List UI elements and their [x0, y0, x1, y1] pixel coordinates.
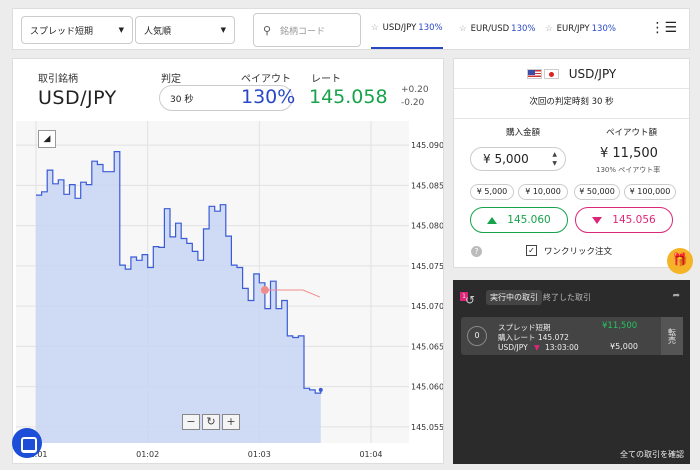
chart-panel: 取引銘柄 USD/JPY 判定 30 秒 ペイアウト 130% レート 145.…: [12, 58, 444, 464]
position-payout: ¥11,500: [602, 321, 638, 331]
tab-active-trades[interactable]: 実行中の取引: [486, 290, 542, 305]
tab-eurjpy[interactable]: ☆ EUR/JPY 130%: [545, 9, 616, 49]
y-tick-label: 145.055: [411, 423, 443, 432]
chevron-down-icon: ▼: [220, 26, 226, 34]
filter-select-sort-label: 人気順: [144, 26, 172, 37]
period-value: 30 秒: [170, 94, 194, 105]
tab-eurusd[interactable]: ☆ EUR/USD 130%: [459, 9, 535, 49]
us-flag-icon: [526, 68, 542, 79]
symbol: USD/JPY: [38, 87, 117, 109]
amount-input[interactable]: ¥ 5,000 ▲ ▼: [470, 147, 566, 171]
history-icon: ↺: [465, 293, 476, 307]
star-icon[interactable]: ☆: [371, 23, 379, 33]
oneclick-checkbox[interactable]: ✓: [526, 245, 537, 256]
payout-amount: ¥ 11,500: [600, 146, 658, 161]
gift-icon[interactable]: 🎁: [667, 248, 693, 274]
y-tick-label: 145.070: [411, 302, 443, 311]
low-rate: 145.056: [612, 214, 656, 226]
position-stake: ¥5,000: [610, 342, 638, 351]
x-tick-label: 01:04: [359, 450, 382, 459]
zoom-in-button[interactable]: +: [222, 414, 240, 430]
filter-select-spread-label: スプレッド短期: [30, 26, 94, 37]
chart-type-icon[interactable]: ◢: [38, 130, 56, 148]
high-rate: 145.060: [507, 214, 551, 226]
help-icon[interactable]: ?: [471, 246, 482, 257]
sell-button[interactable]: 転売: [661, 317, 683, 355]
next-judgement-time: 次回の判定時刻 30 秒: [454, 95, 689, 119]
amount-label: 購入金額: [506, 128, 541, 138]
period-label: 判定: [161, 74, 181, 85]
position-card: 0 スプレッド短期 購入レート 145.072 USD/JPY ▼ 13:03:…: [461, 317, 683, 355]
tab-pct: 130%: [591, 24, 616, 34]
order-panel: USD/JPY 次回の判定時刻 30 秒 購入金額 ペイアウト額 ¥ 5,000…: [453, 58, 690, 268]
y-tick-label: 145.065: [411, 342, 443, 351]
oneclick-label: ワンクリック注文: [544, 247, 613, 257]
zoom-out-button[interactable]: −: [182, 414, 200, 430]
search-icon: ⚲: [262, 23, 272, 37]
quick-amount-10000[interactable]: ¥ 10,000: [518, 184, 568, 200]
positions-panel: 1 ↺ 実行中の取引 終了した取引 ➦ 0 スプレッド短期 購入レート 145.…: [453, 280, 690, 464]
tab-pct: 130%: [511, 24, 536, 34]
tab-pair: EUR/JPY: [556, 24, 590, 34]
amount-value: ¥ 5,000: [483, 152, 529, 166]
rate-label: レート: [311, 74, 341, 85]
quick-amount-100000[interactable]: ¥ 100,000: [624, 184, 676, 200]
arrow-down-icon: ▼: [534, 343, 540, 352]
position-count: 0: [467, 326, 487, 346]
y-tick-label: 145.085: [411, 181, 443, 190]
entry-marker: [260, 286, 269, 295]
quick-amount-5000[interactable]: ¥ 5,000: [470, 184, 514, 200]
jp-flag-icon: [543, 68, 559, 79]
low-button[interactable]: 145.056: [575, 207, 673, 233]
tab-active-trades-label: 実行中の取引: [490, 293, 538, 302]
search-placeholder: 銘柄コード: [280, 26, 326, 37]
star-icon[interactable]: ☆: [545, 24, 553, 34]
y-tick-label: 145.090: [411, 141, 443, 150]
tab-usdjpy[interactable]: ☆ USD/JPY 130%: [371, 9, 443, 49]
payout-label: ペイアウト: [241, 74, 291, 85]
tab-pair: EUR/USD: [470, 24, 510, 34]
y-tick-label: 145.060: [411, 383, 443, 392]
payout-value: 130%: [241, 86, 296, 108]
star-icon[interactable]: ☆: [459, 24, 467, 34]
view-all-link[interactable]: 全ての取引を確認: [620, 449, 684, 460]
position-time: 13:03:00: [545, 343, 579, 352]
rate-value: 145.058: [309, 86, 388, 108]
top-bar: スプレッド短期 ▼ 人気順 ▼ ⚲ 銘柄コード ☆ USD/JPY 130% ☆ EU…: [12, 8, 690, 50]
chat-icon[interactable]: [12, 428, 42, 458]
order-pair: USD/JPY: [568, 66, 617, 81]
tab-closed-trades[interactable]: 終了した取引: [543, 292, 591, 303]
change-up: +0.20: [401, 85, 429, 95]
zoom-reset-button[interactable]: ↻: [202, 414, 220, 430]
position-pair: USD/JPY: [498, 343, 528, 352]
change-down: -0.20: [401, 98, 425, 108]
symbol-label: 取引銘柄: [38, 74, 78, 85]
chevron-down-icon: ▼: [118, 26, 124, 34]
filter-select-spread[interactable]: スプレッド短期 ▼: [21, 16, 133, 44]
filter-select-sort[interactable]: 人気順 ▼: [135, 16, 235, 44]
payout-amount-label: ペイアウト額: [606, 128, 658, 138]
expand-icon[interactable]: ➦: [672, 291, 680, 301]
x-tick-label: 01:03: [248, 450, 271, 459]
y-tick-label: 145.080: [411, 222, 443, 231]
search-input[interactable]: ⚲ 銘柄コード: [253, 13, 361, 47]
quick-amount-50000[interactable]: ¥ 50,000: [574, 184, 620, 200]
ticker-header: 取引銘柄 USD/JPY 判定 30 秒 ペイアウト 130% レート 145.…: [13, 59, 443, 121]
sell-button-label: 転売: [667, 328, 677, 344]
arrow-down-icon: [592, 216, 603, 224]
y-tick-label: 145.075: [411, 262, 443, 271]
tab-pct: 130%: [418, 23, 443, 33]
arrow-up-icon: [487, 216, 498, 224]
price-chart[interactable]: 01:0101:0201:0301:04145.090145.085145.08…: [13, 121, 443, 461]
current-price-point: [318, 387, 323, 392]
order-pair-header: USD/JPY: [454, 59, 689, 89]
payout-rate: 130% ペイアウト率: [596, 166, 661, 174]
position-entry: 購入レート 145.072: [498, 333, 569, 342]
x-tick-label: 01:02: [136, 450, 159, 459]
high-button[interactable]: 145.060: [470, 207, 568, 233]
stepper-icon[interactable]: ▲ ▼: [552, 150, 557, 168]
menu-icon[interactable]: ⋮☰: [650, 20, 677, 36]
tab-pair: USD/JPY: [382, 23, 417, 33]
